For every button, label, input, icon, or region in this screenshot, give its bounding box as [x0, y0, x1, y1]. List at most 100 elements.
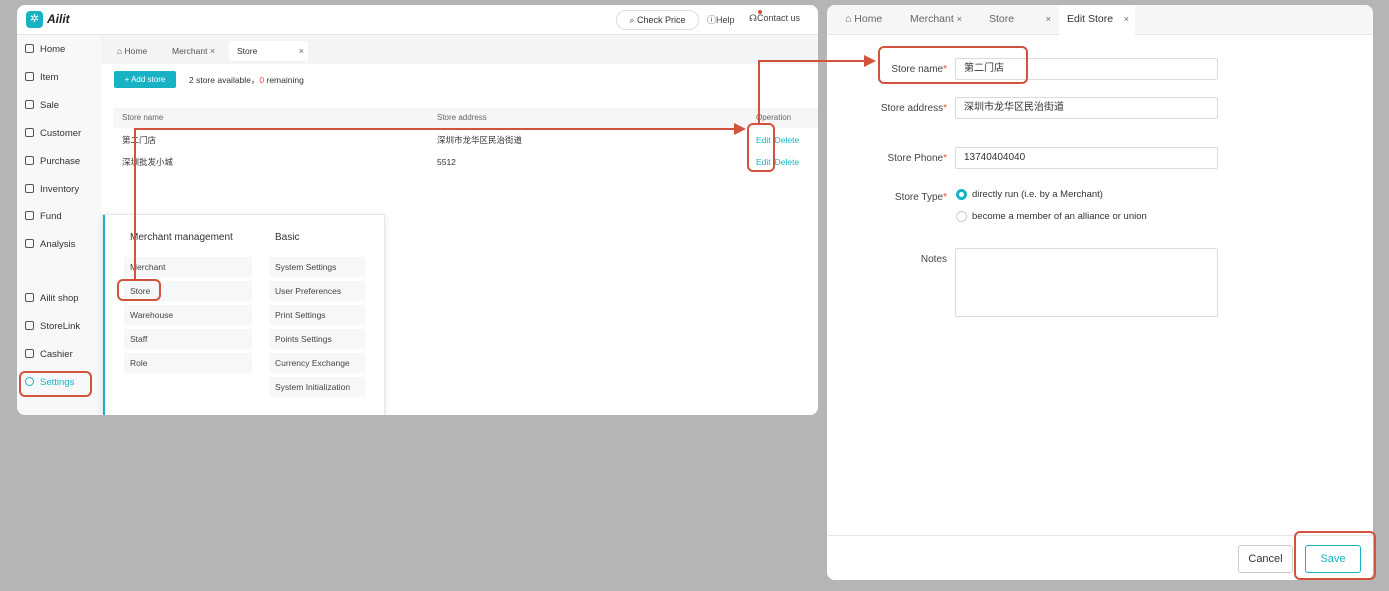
- close-icon[interactable]: ×: [957, 14, 962, 24]
- sidebar-item-label: Item: [40, 72, 59, 83]
- cashier-icon: [25, 349, 34, 358]
- menu-item-system-initialization[interactable]: System Initialization: [269, 377, 365, 397]
- table-header: Store name Store address Operation: [113, 108, 818, 128]
- radio-alliance-member[interactable]: [956, 211, 967, 222]
- cancel-button[interactable]: Cancel: [1238, 545, 1293, 573]
- ailit-logo-icon: ✲: [26, 11, 43, 28]
- home-icon: [25, 44, 34, 53]
- sidebar-item-purchase[interactable]: Purchase: [25, 152, 80, 172]
- tab-label: Home: [124, 46, 148, 56]
- menu-item-points-settings[interactable]: Points Settings: [269, 329, 365, 349]
- label-text: Store Type: [894, 192, 944, 203]
- sidebar-item-label: Customer: [40, 128, 82, 139]
- menu-item-print-settings[interactable]: Print Settings: [269, 305, 365, 325]
- arrow-head-icon: [864, 55, 876, 67]
- edit-store-window: ⌂ Home Merchant × Store × Edit Store × Sto…: [827, 5, 1373, 580]
- tab-store[interactable]: Store ×: [229, 41, 308, 61]
- store-address-label: Store address*: [827, 103, 947, 114]
- notes-textarea[interactable]: [955, 248, 1218, 317]
- brand-name: Ailit: [47, 12, 70, 26]
- radio-directly-run[interactable]: [956, 189, 967, 200]
- tab-home[interactable]: ⌂ Home: [117, 41, 147, 61]
- highlight-save: [1294, 531, 1376, 580]
- help-link[interactable]: ⓘHelp: [707, 13, 735, 26]
- delete-link[interactable]: Delete: [775, 157, 800, 167]
- sidebar-item-analysis[interactable]: Analysis: [25, 235, 75, 255]
- sidebar-item-cashier[interactable]: Cashier: [25, 345, 73, 365]
- tab-home[interactable]: ⌂ Home: [845, 5, 882, 35]
- check-price-label: Check Price: [637, 15, 686, 25]
- tab-merchant[interactable]: Merchant ×: [910, 5, 962, 35]
- sidebar-item-label: Home: [40, 44, 66, 55]
- basic-heading: Basic: [275, 232, 300, 243]
- tab-label: Store: [989, 13, 1015, 25]
- tab-bar: ⌂ Home Merchant × Store ×: [101, 37, 818, 61]
- store-phone-input[interactable]: 13740404040: [955, 147, 1218, 169]
- menu-item-warehouse[interactable]: Warehouse: [124, 305, 252, 325]
- contact-label: Contact us: [757, 13, 801, 23]
- purchase-icon: [25, 156, 34, 165]
- search-icon: ⌕: [629, 15, 635, 25]
- menu-item-user-preferences[interactable]: User Preferences: [269, 281, 365, 301]
- menu-item-merchant[interactable]: Merchant: [124, 257, 252, 277]
- required-mark: *: [943, 153, 947, 164]
- sidebar-item-ailit-shop[interactable]: Ailit shop: [25, 289, 79, 309]
- menu-item-staff[interactable]: Staff: [124, 329, 252, 349]
- arrow-line: [134, 128, 136, 280]
- close-icon[interactable]: ×: [299, 41, 304, 61]
- tab-bar: ⌂ Home Merchant × Store × Edit Store ×: [827, 5, 1373, 35]
- store-address-input[interactable]: 深圳市龙华区民治街道: [955, 97, 1218, 119]
- inventory-icon: [25, 184, 34, 193]
- notes-label: Notes: [920, 254, 947, 265]
- help-icon: ⓘ: [707, 15, 717, 25]
- availability-prefix: 2 store available，: [189, 75, 260, 85]
- close-icon[interactable]: ×: [1124, 5, 1129, 34]
- tab-label: Store: [237, 46, 258, 56]
- storelink-icon: [25, 321, 34, 330]
- arrow-line: [134, 128, 736, 130]
- tab-label: Edit Store: [1067, 13, 1114, 25]
- help-label: Help: [716, 15, 735, 25]
- main-app-window: ✲ Ailit ⌕ Check Price ⓘHelp ☊Contact us …: [17, 5, 818, 415]
- check-price-button[interactable]: ⌕ Check Price: [616, 10, 699, 30]
- availability-text: 2 store available，0 remaining: [189, 74, 304, 86]
- contact-us-link[interactable]: ☊Contact us: [749, 13, 800, 24]
- highlight-store-menu: [117, 279, 161, 301]
- customer-icon: [25, 128, 34, 137]
- sidebar-item-item[interactable]: Item: [25, 68, 58, 88]
- delete-link[interactable]: Delete: [775, 135, 800, 145]
- store-address-cell: 5512: [437, 157, 456, 167]
- required-mark: *: [943, 103, 947, 114]
- sidebar-item-sale[interactable]: Sale: [25, 96, 59, 116]
- label-text: Store Phone: [887, 153, 944, 164]
- sidebar-item-fund[interactable]: Fund: [25, 207, 62, 227]
- availability-suffix: remaining: [264, 75, 304, 85]
- sidebar-item-customer[interactable]: Customer: [25, 124, 81, 144]
- tab-label: Merchant: [910, 13, 954, 25]
- menu-item-currency-exchange[interactable]: Currency Exchange: [269, 353, 365, 373]
- sidebar-item-home[interactable]: Home: [25, 40, 65, 60]
- arrow-head-icon: [734, 123, 746, 135]
- tab-merchant[interactable]: Merchant ×: [172, 41, 215, 61]
- fund-icon: [25, 211, 34, 220]
- arrow-line: [758, 60, 866, 62]
- column-store-name: Store name: [122, 113, 164, 122]
- table-row: 深圳批发小城 5512 Edit Delete: [113, 151, 818, 173]
- menu-item-system-settings[interactable]: System Settings: [269, 257, 365, 277]
- sidebar-item-inventory[interactable]: Inventory: [25, 180, 79, 200]
- close-icon[interactable]: ×: [210, 46, 215, 56]
- top-bar: ✲ Ailit ⌕ Check Price ⓘHelp ☊Contact us: [17, 5, 818, 35]
- add-store-button[interactable]: + Add store: [114, 71, 176, 88]
- tab-edit-store[interactable]: Edit Store ×: [1059, 5, 1135, 35]
- label-text: Store address: [880, 103, 944, 114]
- sidebar-item-label: Purchase: [40, 156, 81, 167]
- sale-icon: [25, 100, 34, 109]
- sidebar-item-storelink[interactable]: StoreLink: [25, 317, 80, 337]
- tab-label: Home: [854, 13, 883, 25]
- tab-store[interactable]: Store ×: [989, 5, 1051, 35]
- column-store-address: Store address: [437, 113, 487, 122]
- close-icon[interactable]: ×: [1046, 5, 1051, 34]
- menu-item-role[interactable]: Role: [124, 353, 252, 373]
- sidebar-item-label: Fund: [40, 211, 62, 222]
- arrow-line: [758, 60, 760, 124]
